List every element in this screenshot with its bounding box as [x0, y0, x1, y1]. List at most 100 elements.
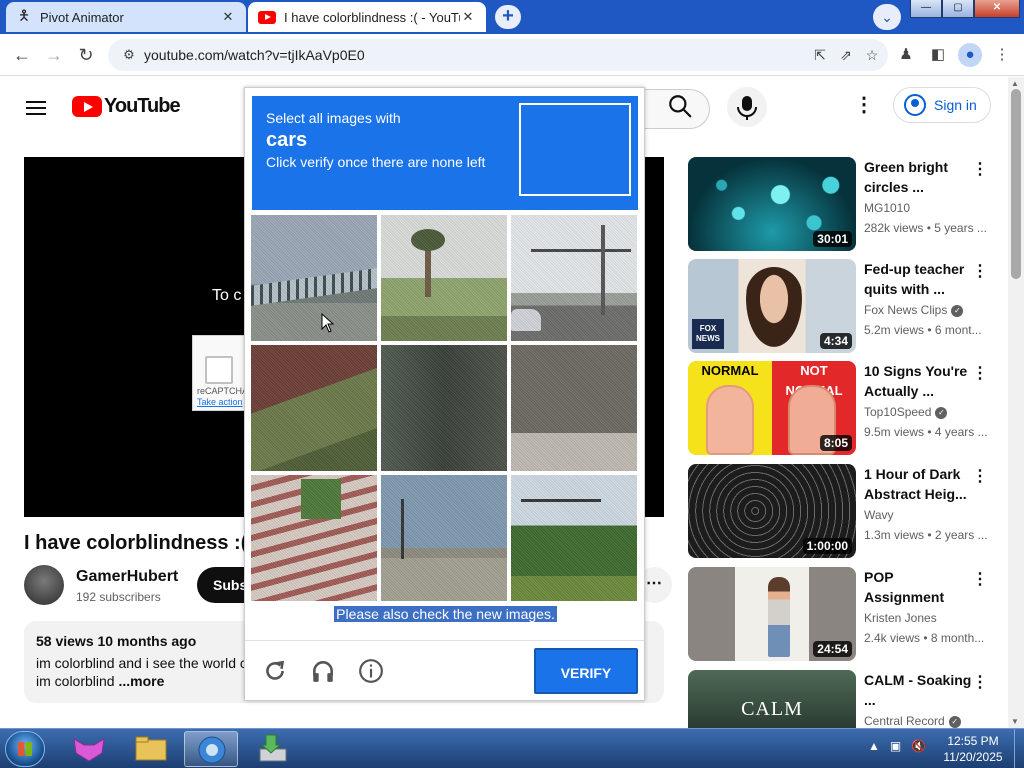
recommendation-item[interactable]: 1:00:00 1 Hour of Dark Abstract Heig... … [688, 464, 998, 560]
recommendation-menu-icon[interactable]: ⋮ [972, 672, 988, 692]
recaptcha-checkbox-widget[interactable]: reCAPTCHA Take action [192, 335, 252, 411]
youtube-logo[interactable]: YouTube [72, 95, 181, 118]
audio-icon[interactable] [310, 658, 336, 684]
tab-close-icon[interactable]: ✕ [460, 9, 476, 25]
recommendation-item[interactable]: NORMAL NOT NORMAL 8:05 10 Signs You're A… [688, 361, 998, 457]
url-text[interactable]: youtube.com/watch?v=tjIkAaVp0E0 [144, 47, 806, 63]
scroll-up-arrow-icon[interactable]: ▲ [1011, 79, 1019, 88]
tab-search-chevron-icon[interactable]: ⌄ [873, 4, 901, 30]
taskbar-app-explorer[interactable] [124, 731, 178, 767]
recommendation-menu-icon[interactable]: ⋮ [972, 466, 988, 486]
video-thumbnail[interactable]: FOX NEWS 4:34 [688, 259, 856, 353]
recommendation-menu-icon[interactable]: ⋮ [972, 363, 988, 383]
recommendation-title[interactable]: Green bright circles ... [864, 157, 976, 197]
image-tile[interactable] [511, 475, 637, 601]
start-button[interactable] [5, 731, 45, 767]
info-icon[interactable] [358, 658, 384, 684]
sign-in-label: Sign in [934, 97, 977, 113]
search-icon[interactable] [667, 93, 693, 119]
network-icon[interactable]: ▣ [890, 739, 901, 753]
challenge-footer: VERIFY [245, 640, 644, 700]
open-in-app-icon[interactable]: ⇱ [808, 47, 832, 64]
sign-in-button[interactable]: Sign in [893, 87, 991, 123]
recommendation-item[interactable]: CALM CALM - Soaking ... Central Record ✓ … [688, 670, 998, 728]
show-desktop-button[interactable] [1014, 729, 1024, 768]
side-panel-icon[interactable]: ◧ [926, 43, 950, 67]
voice-search-button[interactable] [727, 87, 767, 127]
window-close-button[interactable]: ✕ [974, 0, 1020, 18]
forward-arrow-icon[interactable]: → [42, 43, 66, 67]
challenge-header: Select all images with cars Click verify… [252, 96, 638, 210]
image-tile[interactable] [381, 345, 507, 471]
person-image [768, 577, 790, 657]
folder-icon [135, 736, 167, 761]
recommendation-channel[interactable]: Top10Speed ✓ [864, 405, 948, 419]
image-tile[interactable] [511, 345, 637, 471]
recommendation-menu-icon[interactable]: ⋮ [972, 261, 988, 281]
hamburger-menu-icon[interactable] [26, 97, 46, 119]
recaptcha-take-action-link[interactable]: Take action [197, 397, 243, 407]
video-thumbnail[interactable]: CALM [688, 670, 856, 728]
recommendation-channel[interactable]: Wavy [864, 508, 894, 522]
volume-muted-icon[interactable]: 🔇 [911, 739, 926, 753]
image-tile[interactable] [511, 215, 637, 341]
youtube-logo-text: YouTube [104, 95, 181, 117]
description-more-link[interactable]: ...more [115, 673, 164, 689]
recommendation-title[interactable]: Fed-up teacher quits with ... [864, 259, 976, 299]
recommendation-channel[interactable]: Kristen Jones [864, 611, 937, 625]
share-icon[interactable]: ⇗ [834, 47, 858, 64]
image-tile[interactable] [381, 475, 507, 601]
recommendation-title[interactable]: 1 Hour of Dark Abstract Heig... [864, 464, 976, 504]
profile-avatar-icon[interactable]: ● [958, 43, 982, 67]
page-scrollbar[interactable]: ▲ ▼ [1008, 77, 1024, 728]
scroll-down-arrow-icon[interactable]: ▼ [1011, 717, 1019, 726]
taskbar: ▲ ▣ 🔇 12:55 PM 11/20/2025 [0, 728, 1024, 768]
recommendation-item[interactable]: 24:54 POP Assignment Kristen Jones 2.4k … [688, 567, 998, 663]
tab-pivot-animator[interactable]: 🯅 Pivot Animator ✕ [6, 2, 246, 32]
reload-icon[interactable] [262, 658, 288, 684]
taskbar-app-pinned[interactable] [62, 731, 116, 767]
settings-kebab-icon[interactable]: ⋮ [852, 93, 876, 117]
image-tile[interactable] [381, 215, 507, 341]
recommendation-menu-icon[interactable]: ⋮ [972, 159, 988, 179]
recaptcha-checkbox[interactable] [205, 356, 233, 384]
extensions-icon[interactable]: ♟ [894, 43, 918, 67]
recommendation-stats: 2.4k views • 8 month... [864, 631, 985, 645]
browser-menu-icon[interactable]: ⋮ [990, 43, 1014, 67]
recommendation-title[interactable]: 10 Signs You're Actually ... [864, 361, 976, 401]
video-thumbnail[interactable]: 1:00:00 [688, 464, 856, 558]
video-thumbnail[interactable]: 30:01 [688, 157, 856, 251]
maximize-button[interactable]: ▢ [942, 0, 974, 18]
video-thumbnail[interactable]: 24:54 [688, 567, 856, 661]
address-bar[interactable]: ⚙ youtube.com/watch?v=tjIkAaVp0E0 ⇱ ⇗ ☆ [108, 39, 888, 71]
show-hidden-icons-icon[interactable]: ▲ [868, 739, 880, 753]
taskbar-app-installer[interactable] [246, 731, 300, 767]
reload-icon[interactable]: ↻ [74, 43, 98, 67]
tab-youtube-video[interactable]: I have colorblindness :( - YouTube ✕ [248, 2, 486, 32]
image-tile[interactable] [251, 215, 377, 341]
tab-close-icon[interactable]: ✕ [220, 9, 236, 25]
image-tile[interactable] [251, 475, 377, 601]
recommendation-title[interactable]: CALM - Soaking ... [864, 670, 976, 710]
back-arrow-icon[interactable]: ← [10, 43, 34, 67]
site-settings-icon[interactable]: ⚙ [114, 47, 144, 63]
clock[interactable]: 12:55 PM 11/20/2025 [938, 733, 1008, 765]
recommendation-item[interactable]: FOX NEWS 4:34 Fed-up teacher quits with … [688, 259, 998, 355]
channel-avatar[interactable] [24, 565, 64, 605]
recommendation-title[interactable]: POP Assignment [864, 567, 976, 607]
recommendation-channel[interactable]: MG1010 [864, 201, 910, 215]
recommendation-channel[interactable]: Fox News Clips ✓ [864, 303, 964, 317]
video-thumbnail[interactable]: NORMAL NOT NORMAL 8:05 [688, 361, 856, 455]
minimize-button[interactable]: — [910, 0, 942, 18]
new-tab-button[interactable]: + [495, 5, 521, 29]
bookmark-star-icon[interactable]: ☆ [860, 47, 884, 64]
image-tile[interactable] [251, 345, 377, 471]
verify-button[interactable]: VERIFY [534, 648, 638, 694]
recommendation-item[interactable]: 30:01 Green bright circles ... MG1010 28… [688, 157, 998, 253]
scrollbar-thumb[interactable] [1011, 89, 1021, 279]
target-object-text: cars [266, 129, 308, 151]
recommendation-channel[interactable]: Central Record ✓ [864, 714, 961, 728]
channel-name[interactable]: GamerHubert [76, 568, 178, 586]
recommendation-menu-icon[interactable]: ⋮ [972, 569, 988, 589]
taskbar-app-browser[interactable] [184, 731, 238, 767]
